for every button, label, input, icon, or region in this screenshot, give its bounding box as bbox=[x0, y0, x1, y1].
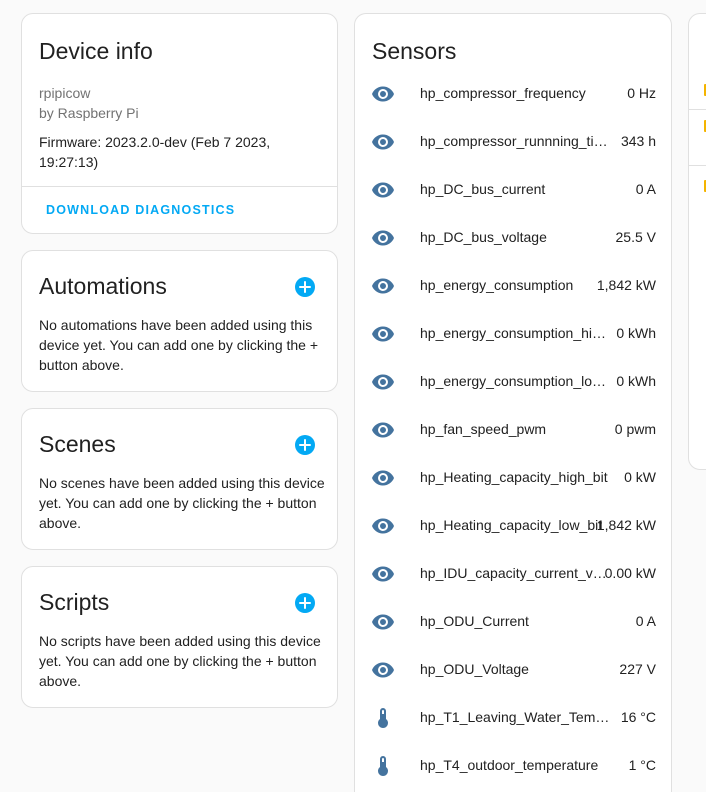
eye-icon bbox=[371, 418, 395, 442]
scripts-title: Scripts bbox=[39, 589, 110, 615]
thermometer-icon bbox=[371, 754, 395, 778]
eye-icon bbox=[371, 322, 395, 346]
sensor-name: hp_energy_consumption_high_bit bbox=[420, 325, 612, 341]
automations-title: Automations bbox=[39, 273, 167, 299]
plus-icon bbox=[299, 281, 311, 293]
card-divider bbox=[689, 109, 706, 110]
automations-empty-text: No automations have been added using thi… bbox=[39, 317, 319, 373]
sensor-name: hp_DC_bus_voltage bbox=[420, 229, 547, 245]
scenes-card: Scenes No scenes have been added using t… bbox=[21, 408, 338, 550]
sensor-name: hp_ODU_Voltage bbox=[420, 661, 529, 677]
sensor-name: hp_T4_outdoor_temperature bbox=[420, 757, 599, 773]
sensors-card: Sensors hp_compressor_frequency 0 Hz hp_co… bbox=[354, 13, 672, 792]
download-diagnostics-button[interactable]: DOWNLOAD DIAGNOSTICS bbox=[46, 203, 235, 217]
add-script-button[interactable] bbox=[295, 593, 315, 613]
sensor-name: hp_fan_speed_pwm bbox=[420, 421, 547, 437]
sensor-row[interactable]: hp_energy_consumption 1,842 kW bbox=[355, 262, 673, 310]
sensor-value: 0 kWh bbox=[616, 373, 656, 389]
card-divider bbox=[22, 186, 337, 187]
sensor-row[interactable]: hp_ODU_Voltage 227 V bbox=[355, 646, 673, 694]
sensor-value: 0 kW bbox=[624, 469, 656, 485]
eye-icon bbox=[371, 274, 395, 298]
sensor-name: hp_energy_consumption_low_bit bbox=[420, 373, 612, 389]
sensor-row[interactable]: hp_Heating_capacity_low_bit 1,842 kW bbox=[355, 502, 673, 550]
sensor-value: 0.00 kW bbox=[604, 565, 656, 581]
device-name: rpipicow bbox=[39, 85, 91, 101]
eye-icon bbox=[371, 514, 395, 538]
add-scene-button[interactable] bbox=[295, 435, 315, 455]
automations-card: Automations No automations have been add… bbox=[21, 250, 338, 392]
scripts-card: Scripts No scripts have been added using… bbox=[21, 566, 338, 708]
sensor-row[interactable]: hp_energy_consumption_high_bit 0 kWh bbox=[355, 310, 673, 358]
sensor-name: hp_compressor_runnning_time bbox=[420, 133, 612, 149]
sensor-value: 1 °C bbox=[628, 757, 656, 773]
sensor-value: 0 Hz bbox=[627, 85, 656, 101]
sensor-row[interactable]: hp_DC_bus_voltage 25.5 V bbox=[355, 214, 673, 262]
sensor-value: 227 V bbox=[619, 661, 656, 677]
eye-icon bbox=[371, 178, 395, 202]
device-manufacturer: by Raspberry Pi bbox=[39, 105, 139, 121]
eye-icon bbox=[371, 130, 395, 154]
sensor-row[interactable]: hp_Heating_capacity_high_bit 0 kW bbox=[355, 454, 673, 502]
scenes-empty-text: No scenes have been added using this dev… bbox=[39, 475, 325, 531]
sensor-value: 343 h bbox=[620, 133, 656, 149]
eye-icon bbox=[371, 226, 395, 250]
sensor-row[interactable]: hp_T1_Leaving_Water_Temperature 16 °C bbox=[355, 694, 673, 742]
plus-icon bbox=[299, 597, 311, 609]
sensor-value: 1,842 kW bbox=[596, 277, 656, 293]
sensor-value: 0 A bbox=[635, 181, 656, 197]
thermometer-icon bbox=[371, 706, 395, 730]
sensor-row[interactable]: hp_compressor_runnning_time 343 h bbox=[355, 118, 673, 166]
sensor-name: hp_Heating_capacity_low_bit bbox=[420, 517, 603, 533]
sensor-name: hp_DC_bus_current bbox=[420, 181, 546, 197]
sensor-row[interactable]: hp_IDU_capacity_current_value 0.00 kW bbox=[355, 550, 673, 598]
sensor-row[interactable]: hp_fan_speed_pwm 0 pwm bbox=[355, 406, 673, 454]
sensor-value: 25.5 V bbox=[615, 229, 656, 245]
sensor-name: hp_IDU_capacity_current_value bbox=[420, 565, 612, 581]
scenes-title: Scenes bbox=[39, 431, 116, 457]
sensor-row[interactable]: hp_T4_outdoor_temperature 1 °C bbox=[355, 742, 673, 790]
sensor-value: 1,842 kW bbox=[596, 517, 656, 533]
device-info-card: Device info rpipicow by Raspberry Pi Fir… bbox=[21, 13, 338, 234]
sensor-value: 0 pwm bbox=[614, 421, 656, 437]
device-info-title: Device info bbox=[39, 38, 153, 64]
scripts-empty-text: No scripts have been added using this de… bbox=[39, 633, 321, 689]
eye-icon bbox=[371, 82, 395, 106]
sensor-name: hp_ODU_Current bbox=[420, 613, 529, 629]
sensor-value: 16 °C bbox=[620, 709, 656, 725]
plus-icon bbox=[299, 439, 311, 451]
sensors-title: Sensors bbox=[372, 38, 457, 64]
eye-icon bbox=[371, 466, 395, 490]
sensor-value: 0 A bbox=[635, 613, 656, 629]
eye-icon bbox=[371, 370, 395, 394]
partial-card bbox=[688, 13, 706, 470]
sensor-value: 0 kWh bbox=[616, 325, 656, 341]
sensor-name: hp_energy_consumption bbox=[420, 277, 574, 293]
device-firmware: Firmware: 2023.2.0-dev (Feb 7 2023, 19:2… bbox=[39, 134, 271, 170]
eye-icon bbox=[371, 562, 395, 586]
sensor-row[interactable]: hp_ODU_Current 0 A bbox=[355, 598, 673, 646]
sensor-name: hp_compressor_frequency bbox=[420, 85, 586, 101]
eye-icon bbox=[371, 610, 395, 634]
sensor-row[interactable]: hp_DC_bus_current 0 A bbox=[355, 166, 673, 214]
sensor-row[interactable]: hp_compressor_frequency 0 Hz bbox=[355, 70, 673, 118]
add-automation-button[interactable] bbox=[295, 277, 315, 297]
sensor-row[interactable]: hp_energy_consumption_low_bit 0 kWh bbox=[355, 358, 673, 406]
card-divider bbox=[689, 165, 706, 166]
sensor-name: hp_Heating_capacity_high_bit bbox=[420, 469, 608, 485]
sensor-name: hp_T1_Leaving_Water_Temperature bbox=[420, 709, 612, 725]
eye-icon bbox=[371, 658, 395, 682]
